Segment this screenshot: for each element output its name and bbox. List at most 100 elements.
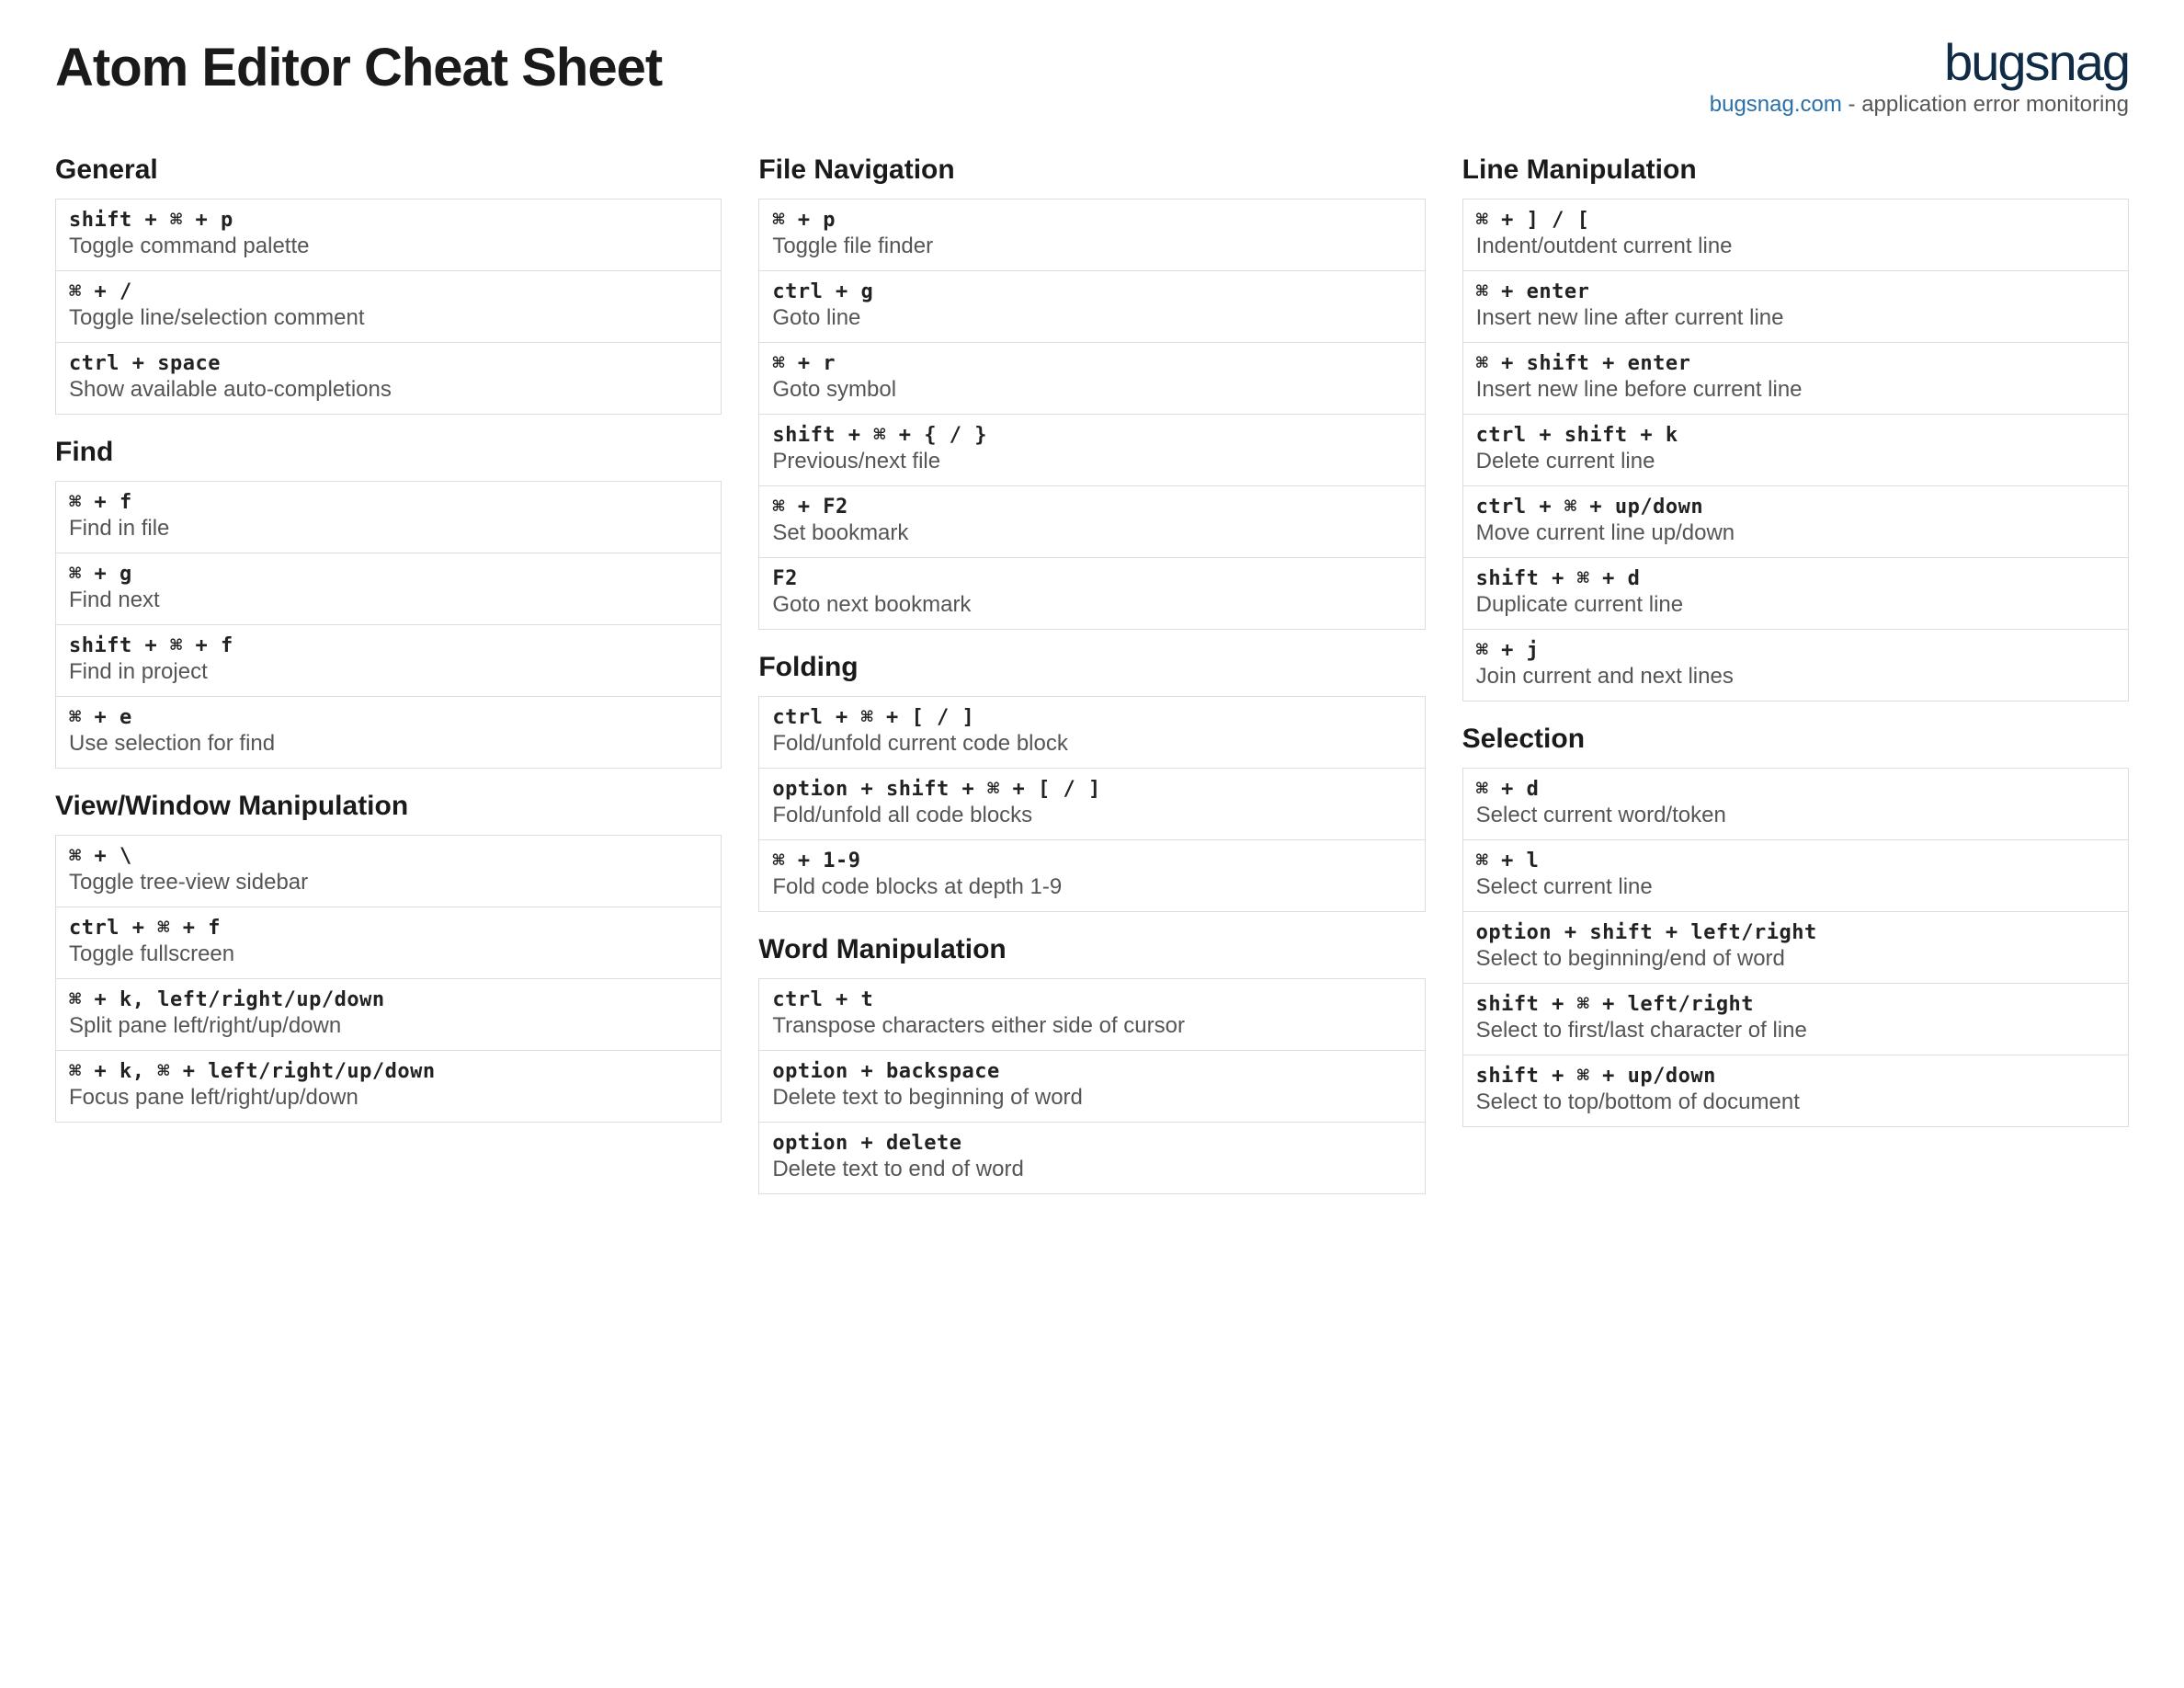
shortcut-keys: ctrl + ⌘ + f (69, 917, 708, 940)
shortcut-row: option + backspaceDelete text to beginni… (759, 1051, 1424, 1123)
shortcut-desc: Delete current line (1476, 449, 2115, 474)
shortcut-keys: shift + ⌘ + left/right (1476, 993, 2115, 1016)
brand-link[interactable]: bugsnag.com (1710, 92, 1842, 117)
shortcut-row: shift + ⌘ + dDuplicate current line (1463, 558, 2128, 630)
shortcut-desc: Join current and next lines (1476, 664, 2115, 690)
shortcut-group: shift + ⌘ + pToggle command palette⌘ + /… (55, 199, 722, 415)
shortcut-desc: Select current word/token (1476, 803, 2115, 828)
section-title: Folding (758, 652, 1425, 683)
shortcut-desc: Toggle tree-view sidebar (69, 870, 708, 895)
shortcut-row: option + shift + left/rightSelect to beg… (1463, 912, 2128, 984)
shortcut-desc: Toggle fullscreen (69, 941, 708, 967)
shortcut-keys: ⌘ + r (772, 352, 1411, 375)
shortcut-desc: Use selection for find (69, 731, 708, 757)
shortcut-keys: ⌘ + f (69, 491, 708, 514)
shortcut-row: shift + ⌘ + up/downSelect to top/bottom … (1463, 1055, 2128, 1126)
shortcut-desc: Delete text to end of word (772, 1157, 1411, 1182)
shortcut-desc: Toggle line/selection comment (69, 305, 708, 331)
brand-tagline: bugsnag.com - application error monitori… (1710, 92, 2129, 118)
shortcut-keys: ctrl + shift + k (1476, 424, 2115, 447)
shortcut-row: ctrl + shift + kDelete current line (1463, 415, 2128, 486)
shortcut-row: ctrl + spaceShow available auto-completi… (56, 343, 721, 414)
column: Generalshift + ⌘ + pToggle command palet… (55, 154, 722, 1194)
section-title: File Navigation (758, 154, 1425, 186)
shortcut-keys: ⌘ + e (69, 706, 708, 729)
shortcut-row: ⌘ + shift + enterInsert new line before … (1463, 343, 2128, 415)
shortcut-keys: ctrl + ⌘ + [ / ] (772, 706, 1411, 729)
shortcut-keys: option + backspace (772, 1060, 1411, 1083)
shortcut-desc: Indent/outdent current line (1476, 234, 2115, 259)
shortcut-row: ctrl + ⌘ + up/downMove current line up/d… (1463, 486, 2128, 558)
shortcut-desc: Duplicate current line (1476, 592, 2115, 618)
shortcut-keys: ⌘ + g (69, 563, 708, 586)
shortcut-desc: Goto next bookmark (772, 592, 1411, 618)
shortcut-row: ctrl + gGoto line (759, 271, 1424, 343)
shortcut-row: ⌘ + fFind in file (56, 482, 721, 553)
shortcut-keys: shift + ⌘ + p (69, 209, 708, 232)
shortcut-desc: Find in project (69, 659, 708, 685)
shortcut-row: ⌘ + dSelect current word/token (1463, 769, 2128, 840)
shortcut-group: ctrl + tTranspose characters either side… (758, 978, 1425, 1194)
shortcut-row: ⌘ + 1-9Fold code blocks at depth 1-9 (759, 840, 1424, 911)
shortcut-row: ⌘ + enterInsert new line after current l… (1463, 271, 2128, 343)
shortcut-row: shift + ⌘ + { / }Previous/next file (759, 415, 1424, 486)
shortcut-keys: ⌘ + p (772, 209, 1411, 232)
shortcut-row: F2Goto next bookmark (759, 558, 1424, 629)
shortcut-keys: option + delete (772, 1132, 1411, 1155)
shortcut-desc: Focus pane left/right/up/down (69, 1085, 708, 1111)
shortcut-group: ⌘ + ] / [Indent/outdent current line⌘ + … (1462, 199, 2129, 701)
shortcut-keys: ⌘ + k, ⌘ + left/right/up/down (69, 1060, 708, 1083)
shortcut-keys: option + shift + left/right (1476, 921, 2115, 944)
shortcut-keys: F2 (772, 567, 1411, 590)
shortcut-desc: Select current line (1476, 874, 2115, 900)
page-title: Atom Editor Cheat Sheet (55, 37, 662, 98)
shortcut-desc: Fold code blocks at depth 1-9 (772, 874, 1411, 900)
shortcut-keys: shift + ⌘ + f (69, 634, 708, 657)
shortcut-keys: shift + ⌘ + { / } (772, 424, 1411, 447)
shortcut-row: ⌘ + /Toggle line/selection comment (56, 271, 721, 343)
shortcut-keys: option + shift + ⌘ + [ / ] (772, 778, 1411, 801)
shortcut-row: ⌘ + eUse selection for find (56, 697, 721, 768)
shortcut-group: ⌘ + \Toggle tree-view sidebarctrl + ⌘ + … (55, 835, 722, 1123)
shortcut-desc: Show available auto-completions (69, 377, 708, 403)
shortcut-desc: Previous/next file (772, 449, 1411, 474)
shortcut-row: ⌘ + rGoto symbol (759, 343, 1424, 415)
shortcut-keys: ctrl + ⌘ + up/down (1476, 496, 2115, 519)
shortcut-desc: Select to first/last character of line (1476, 1018, 2115, 1044)
shortcut-keys: ⌘ + k, left/right/up/down (69, 988, 708, 1011)
shortcut-desc: Move current line up/down (1476, 520, 2115, 546)
brand-block: bugsnag bugsnag.com - application error … (1710, 37, 2129, 118)
shortcut-keys: ⌘ + shift + enter (1476, 352, 2115, 375)
shortcut-desc: Find next (69, 587, 708, 613)
shortcut-row: shift + ⌘ + left/rightSelect to first/la… (1463, 984, 2128, 1055)
shortcut-desc: Set bookmark (772, 520, 1411, 546)
shortcut-group: ⌘ + fFind in file ⌘ + gFind next shift + ⌘… (55, 481, 722, 769)
shortcut-keys: ⌘ + l (1476, 850, 2115, 873)
shortcut-keys: shift + ⌘ + d (1476, 567, 2115, 590)
section-title: Selection (1462, 724, 2129, 755)
brand-logo: bugsnag (1710, 37, 2129, 88)
shortcut-desc: Goto symbol (772, 377, 1411, 403)
shortcut-row: ctrl + tTranspose characters either side… (759, 979, 1424, 1051)
shortcut-group: ctrl + ⌘ + [ / ]Fold/unfold current code… (758, 696, 1425, 912)
shortcut-row: ⌘ + pToggle file finder (759, 200, 1424, 271)
shortcut-row: ⌘ + jJoin current and next lines (1463, 630, 2128, 701)
shortcut-desc: Transpose characters either side of curs… (772, 1013, 1411, 1039)
shortcut-row: ⌘ + F2Set bookmark (759, 486, 1424, 558)
shortcut-desc: Delete text to beginning of word (772, 1085, 1411, 1111)
shortcut-keys: ⌘ + j (1476, 639, 2115, 662)
header: Atom Editor Cheat Sheet bugsnag bugsnag.… (55, 37, 2129, 118)
shortcut-row: ⌘ + ] / [Indent/outdent current line (1463, 200, 2128, 271)
shortcut-row: shift + ⌘ + fFind in project (56, 625, 721, 697)
brand-tagline-text: - application error monitoring (1842, 92, 2129, 117)
shortcut-desc: Select to beginning/end of word (1476, 946, 2115, 972)
shortcut-desc: Split pane left/right/up/down (69, 1013, 708, 1039)
shortcut-row: ctrl + ⌘ + [ / ]Fold/unfold current code… (759, 697, 1424, 769)
section-title: Line Manipulation (1462, 154, 2129, 186)
shortcut-row: shift + ⌘ + pToggle command palette (56, 200, 721, 271)
column: File Navigation⌘ + pToggle file finderct… (758, 154, 1425, 1194)
shortcut-desc: Select to top/bottom of document (1476, 1089, 2115, 1115)
shortcut-group: ⌘ + dSelect current word/token⌘ + lSelec… (1462, 768, 2129, 1127)
shortcut-desc: Insert new line before current line (1476, 377, 2115, 403)
shortcut-desc: Toggle command palette (69, 234, 708, 259)
